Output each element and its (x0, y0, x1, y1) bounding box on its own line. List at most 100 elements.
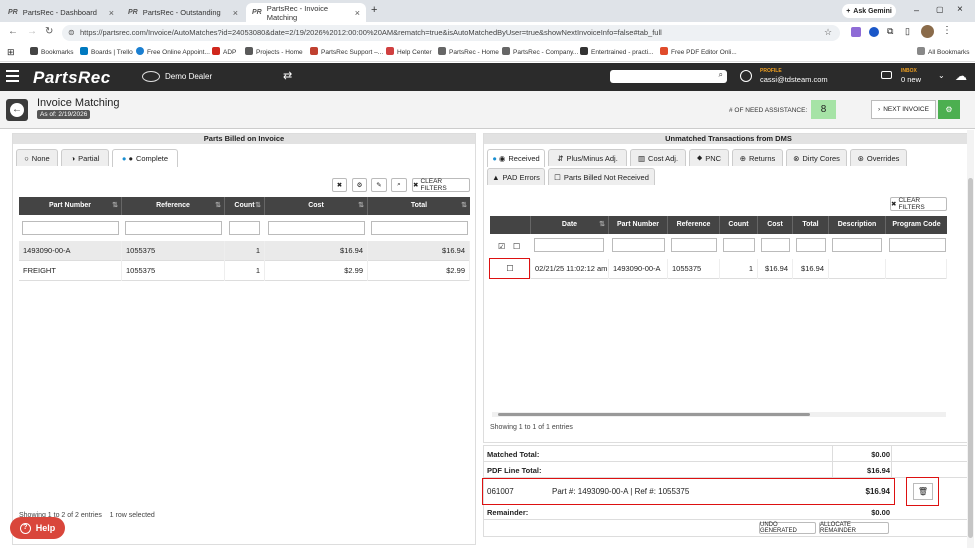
inbox-icon[interactable] (881, 71, 892, 79)
new-tab-icon[interactable]: + (371, 4, 377, 16)
clear-filters-button[interactable]: ✖ CLEAR FILTERS (890, 197, 947, 211)
minimize-icon[interactable]: – (914, 5, 919, 15)
cloud-upload-icon[interactable]: ☁ (955, 69, 967, 83)
filter-part-number-input[interactable] (612, 238, 665, 252)
tab-overrides[interactable]: ⊛ Overrides (850, 149, 907, 166)
all-bookmarks[interactable]: All Bookmarks (917, 47, 970, 56)
puzzle-icon[interactable]: ⧉ (887, 26, 893, 37)
url-bar[interactable]: https://partsrec.com/Invoice/AutoMatches… (62, 25, 840, 41)
tab-received[interactable]: ● ◉ Received (487, 149, 545, 167)
column-header-part-number[interactable]: Part Number (609, 216, 668, 234)
sidebar-icon[interactable]: ▯ (905, 26, 910, 37)
tab-returns[interactable]: ⊕ Returns (732, 149, 783, 166)
shuffle-icon[interactable]: ⇄ (283, 69, 292, 82)
filter-total-input[interactable] (371, 221, 468, 235)
tab-plus-minus-adj[interactable]: ⇵ Plus/Minus Adj. (548, 149, 627, 166)
table-row[interactable]: 1493090-00-A 1055375 1 $16.94 $16.94 (19, 241, 470, 261)
settings-button[interactable]: ⚙ (938, 100, 960, 119)
filter-program-code-input[interactable] (889, 238, 946, 252)
column-header-count[interactable]: Count ⇅ (225, 197, 265, 215)
column-header-total[interactable]: Total ⇅ (368, 197, 470, 215)
bookmark-item[interactable]: Help Center (386, 47, 432, 56)
extension-icon[interactable] (851, 27, 861, 37)
tab-pnc[interactable]: ⬥ PNC (689, 149, 729, 166)
search-button[interactable]: ⌕ (391, 178, 407, 192)
filter-cost-input[interactable] (761, 238, 790, 252)
clear-x-button[interactable]: ✖ (332, 178, 347, 192)
close-icon[interactable]: × (233, 8, 238, 18)
browser-tab-outstanding[interactable]: PR PartsRec - Outstanding × (122, 3, 244, 22)
back-icon[interactable]: ← (8, 26, 18, 37)
tab-dirty-cores[interactable]: ⊗ Dirty Cores (786, 149, 847, 166)
ask-gemini-button[interactable]: + Ask Gemini (842, 4, 896, 18)
filter-reference-input[interactable] (671, 238, 717, 252)
bookmark-item[interactable]: Free PDF Editor Onli... (660, 47, 737, 56)
tab-parts-billed-not-received[interactable]: ☐ Parts Billed Not Received (548, 168, 655, 185)
tab-none[interactable]: ○ None (16, 149, 58, 166)
bookmark-item[interactable]: PartsRec - Company... (502, 47, 578, 56)
bookmark-item[interactable]: Bookmarks (30, 47, 74, 56)
bookmark-item[interactable]: PartsRec Support –... (310, 47, 383, 56)
tab-complete[interactable]: ● ● Complete (112, 149, 178, 167)
settings-button[interactable]: ⚙ (352, 178, 367, 192)
next-invoice-button[interactable]: › NEXT INVOICE (871, 100, 936, 119)
hamburger-menu-icon[interactable] (6, 70, 19, 82)
reload-icon[interactable]: ↻ (45, 26, 53, 37)
undo-generated-button[interactable]: UNDO GENERATED (759, 522, 816, 534)
tab-pad-errors[interactable]: ▲ PAD Errors (487, 168, 545, 185)
browser-tab-invoice-matching[interactable]: PR PartsRec - Invoice Matching × (246, 3, 366, 22)
tab-cost-adj[interactable]: ▥ Cost Adj. (630, 149, 686, 166)
app-logo[interactable]: PartsRec (33, 68, 111, 88)
column-header-reference[interactable]: Reference ⇅ (122, 197, 225, 215)
forward-icon[interactable]: → (27, 26, 37, 37)
bookmark-item[interactable]: Entertrained - practi... (580, 47, 654, 56)
profile-icon[interactable] (740, 70, 752, 82)
column-header-description[interactable]: Description (829, 216, 886, 234)
filter-part-number-input[interactable] (22, 221, 119, 235)
scrollbar-thumb[interactable] (968, 178, 973, 538)
scrollbar-thumb[interactable] (498, 413, 810, 416)
star-icon[interactable]: ☆ (824, 27, 832, 38)
bookmark-item[interactable]: PartsRec - Home (438, 47, 499, 56)
deselect-checkbox[interactable]: ☐ (513, 242, 520, 251)
bookmark-item[interactable]: Boards | Trello (80, 47, 133, 56)
horizontal-scrollbar[interactable] (492, 412, 946, 417)
menu-dots-icon[interactable]: ⋮ (942, 25, 952, 36)
allocate-remainder-button[interactable]: ALLOCATE REMAINDER (819, 522, 889, 534)
column-header-reference[interactable]: Reference (668, 216, 720, 234)
column-header-cost[interactable]: Cost (758, 216, 793, 234)
filter-description-input[interactable] (832, 238, 882, 252)
apps-grid-icon[interactable]: ⊞ (7, 47, 15, 58)
filter-cost-input[interactable] (268, 221, 365, 235)
inbox-count[interactable]: 0 new (901, 75, 921, 84)
profile-email[interactable]: cassi@tdsteam.com (760, 75, 828, 84)
window-close-icon[interactable]: × (957, 4, 963, 15)
restore-icon[interactable]: ▢ (936, 5, 944, 14)
chevron-down-icon[interactable]: ⌄ (938, 71, 945, 80)
site-info-icon[interactable]: ⊜ (68, 28, 75, 37)
bookmark-item[interactable]: Free Online Appoint... (136, 47, 210, 56)
tab-partial[interactable]: ◑ Partial (61, 149, 109, 166)
filter-count-input[interactable] (723, 238, 755, 252)
select-all-checkbox[interactable]: ☑ (498, 242, 505, 251)
need-assistance-count[interactable]: 8 (811, 100, 836, 119)
column-header-total[interactable]: Total (793, 216, 829, 234)
vertical-scrollbar[interactable] (967, 130, 974, 548)
filter-count-input[interactable] (229, 221, 260, 235)
column-header-program-code[interactable]: Program Code (886, 216, 947, 234)
avatar[interactable] (921, 25, 934, 38)
filter-total-input[interactable] (796, 238, 826, 252)
bookmark-item[interactable]: Projects - Home (245, 47, 303, 56)
column-header-date[interactable]: Date ⇅ (531, 216, 609, 234)
filter-date-input[interactable] (534, 238, 604, 252)
help-button[interactable]: ? Help (10, 517, 65, 539)
back-button[interactable]: ← (6, 99, 28, 121)
filter-reference-input[interactable] (125, 221, 222, 235)
column-header-cost[interactable]: Cost ⇅ (265, 197, 368, 215)
table-row[interactable]: FREIGHT 1055375 1 $2.99 $2.99 (19, 261, 470, 281)
close-icon[interactable]: × (109, 8, 114, 18)
search-input[interactable]: ⌕ (610, 70, 727, 83)
extension-icon[interactable] (869, 27, 879, 37)
close-icon[interactable]: × (355, 8, 360, 18)
column-header-count[interactable]: Count (720, 216, 758, 234)
